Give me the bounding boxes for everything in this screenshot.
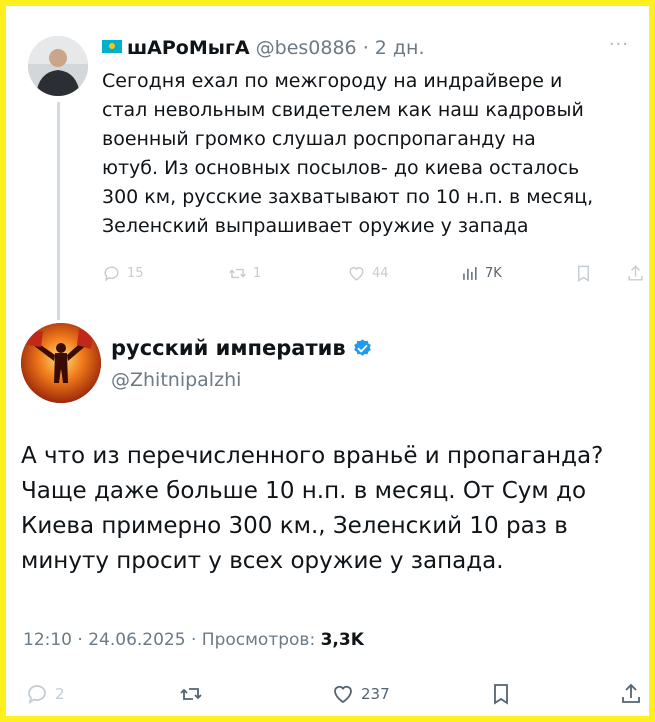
like-button[interactable]: 44 [347,264,389,283]
text-line: военный громко слушал роспропаганду на [102,128,536,150]
tweet-meta: 12:10 · 24.06.2025 · Просмотров: 3,3K [23,630,364,650]
kazakhstan-flag-icon [102,40,122,53]
quote-tweet-text: А что из перечисленного враньё и пропага… [21,439,646,579]
post-time[interactable]: 12:10 [23,630,72,650]
image-frame: шАРоМыгА @bes0886 · 2 дн. ··· Сегодня ех… [0,0,655,722]
avatar[interactable] [28,36,88,96]
views-count: 7K [485,266,502,281]
bookmark-icon [494,684,508,705]
share-button[interactable] [619,682,643,706]
separator: · [190,630,197,650]
repost-count: 1 [253,266,262,281]
repost-button[interactable]: 1 [228,264,261,283]
text-line: Сегодня ехал по межгороду на индрайвере … [102,70,563,92]
reply-count: 2 [55,685,65,703]
text-line: Чаще даже больше 10 н.п. в месяц. От Сум… [21,478,587,504]
like-button[interactable]: 237 [331,682,390,706]
bookmark-button[interactable] [574,264,593,283]
separator: · [362,37,369,59]
reply-count: 15 [127,266,144,281]
thread-line [57,102,60,320]
text-line: 300 км, русские захватывают по 10 н.п. в… [102,186,594,208]
like-icon [334,685,352,704]
like-icon [349,267,364,281]
original-tweet-header: шАРоМыгА @bes0886 · 2 дн. [102,37,425,59]
post-date[interactable]: 24.06.2025 [88,630,185,650]
bookmark-button[interactable] [489,682,513,706]
repost-icon [229,268,246,279]
text-line: Киева примерно 300 км., Зеленский 10 раз… [21,513,568,539]
share-icon [628,265,643,281]
text-line: А что из перечисленного враньё и пропага… [21,443,604,469]
more-icon[interactable]: ··· [609,34,629,55]
handle[interactable]: @Zhitnipalzhi [111,369,241,391]
share-icon [622,683,640,703]
reply-button[interactable]: 15 [102,264,144,283]
views-count: 3,3K [320,630,364,650]
text-line: стал невольным свидетелем как наш кадров… [102,99,584,121]
text-line: Зеленский выпрашивает оружие у запада [102,215,529,237]
quote-author-name-row: русский императив [111,336,373,360]
bookmark-icon [578,265,589,282]
quote-tweet-actions: 2 237 [21,682,646,710]
repost-icon [180,688,202,700]
share-button[interactable] [626,264,645,283]
like-count: 44 [372,266,389,281]
text-line: ютуб. Из основных посылов- до киева оста… [102,157,580,179]
views-label: Просмотров: [201,630,316,650]
like-count: 237 [361,685,390,703]
reply-icon [104,266,119,282]
views-button[interactable]: 7K [460,264,502,283]
timestamp[interactable]: 2 дн. [375,37,425,59]
avatar[interactable] [21,323,101,403]
display-name[interactable]: шАРоМыгА [127,37,250,59]
views-icon [463,267,477,280]
text-line: минуту просит у всех оружие у запада. [21,548,504,574]
display-name[interactable]: русский императив [111,336,346,360]
separator: · [77,630,83,650]
original-tweet-actions: 15 1 44 7K [102,264,645,290]
original-tweet-text: Сегодня ехал по межгороду на индрайвере … [102,67,637,241]
verified-badge-icon [353,338,371,356]
handle[interactable]: @bes0886 [256,37,357,59]
repost-button[interactable] [179,682,203,706]
reply-button[interactable]: 2 [25,682,65,706]
reply-icon [28,685,46,704]
